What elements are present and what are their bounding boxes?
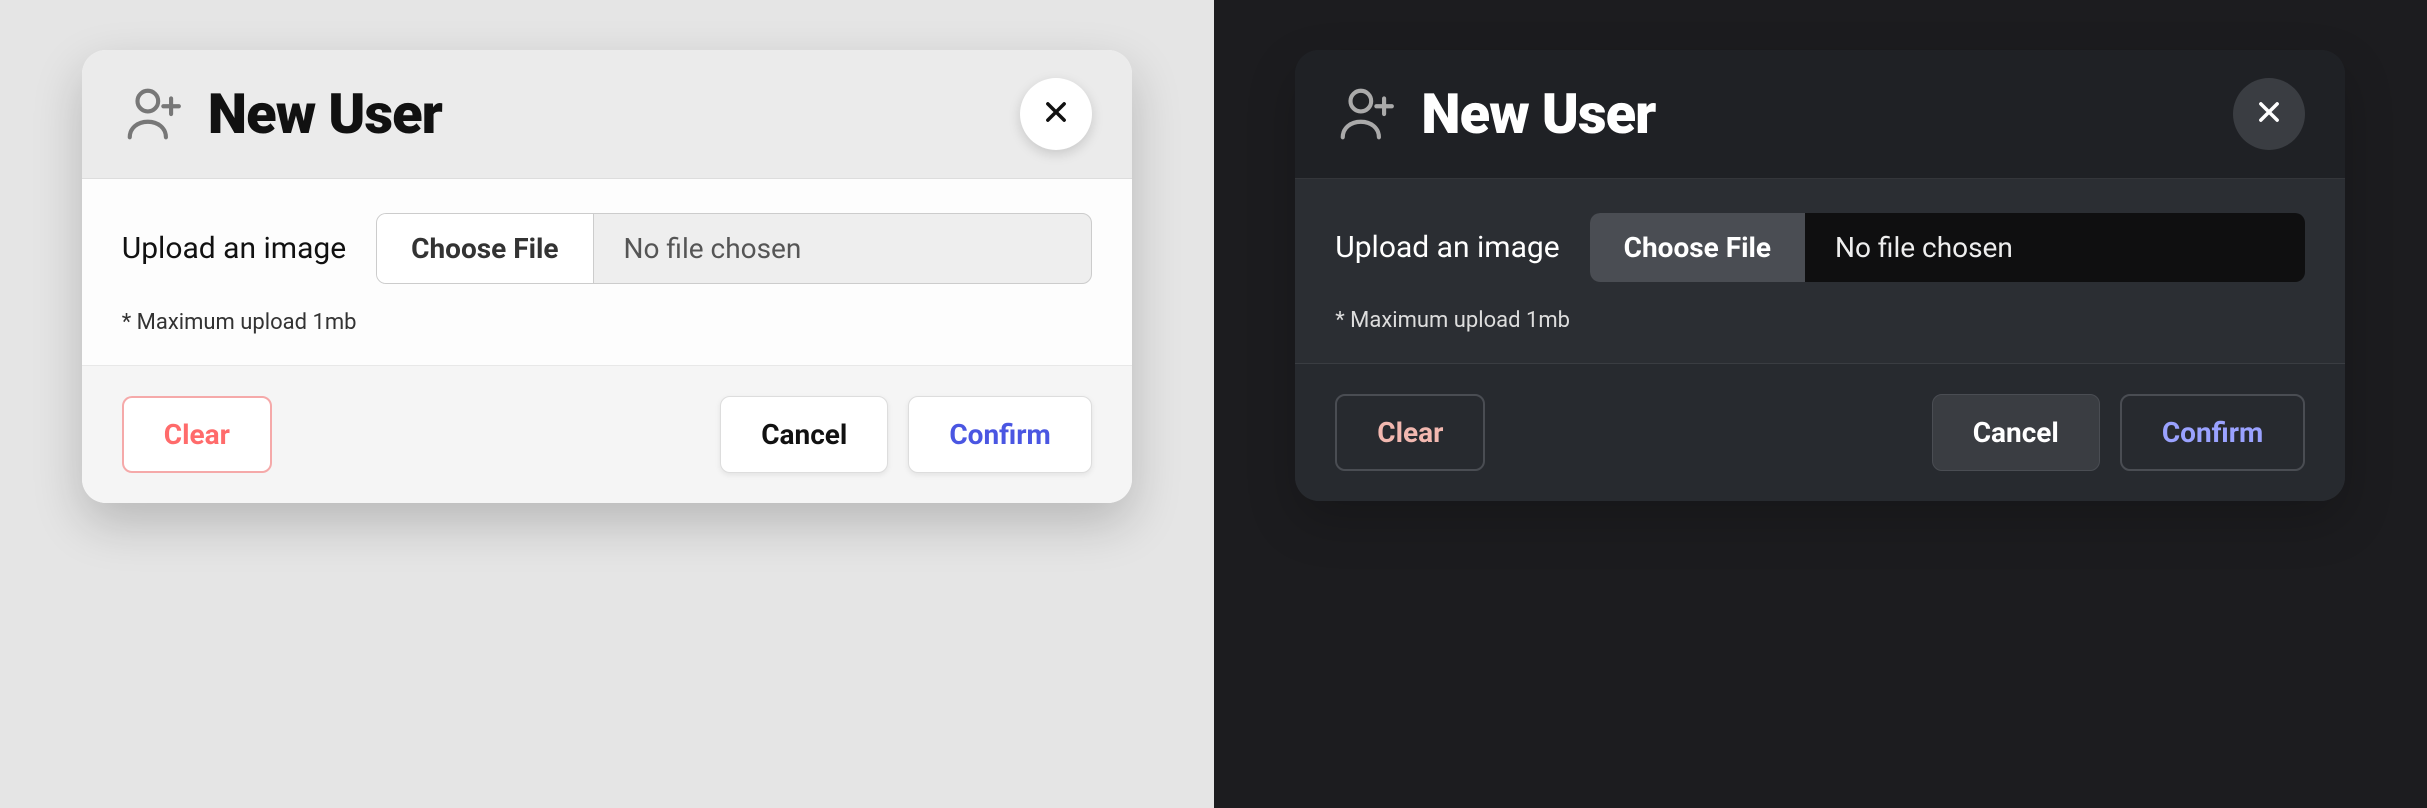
upload-label: Upload an image	[1335, 230, 1559, 265]
file-input[interactable]: Choose File No file chosen	[376, 213, 1092, 284]
upload-hint: * Maximum upload 1mb	[1335, 308, 2305, 333]
dialog-header: New User	[1295, 50, 2345, 179]
footer-spacer	[1505, 394, 1911, 471]
dialog-footer: Clear Cancel Confirm	[82, 366, 1132, 503]
cancel-button[interactable]: Cancel	[720, 396, 888, 473]
clear-button[interactable]: Clear	[1335, 394, 1485, 471]
dialog-header: New User	[82, 50, 1132, 179]
light-theme-panel: New User Upload an image Choose File No …	[0, 0, 1214, 808]
new-user-dialog: New User Upload an image Choose File No …	[1295, 50, 2345, 501]
cancel-button[interactable]: Cancel	[1932, 394, 2100, 471]
close-icon	[2255, 93, 2283, 135]
upload-row: Upload an image Choose File No file chos…	[122, 213, 1092, 284]
close-button[interactable]	[2233, 78, 2305, 150]
dialog-body: Upload an image Choose File No file chos…	[82, 179, 1132, 366]
choose-file-button[interactable]: Choose File	[377, 214, 593, 283]
file-status-text: No file chosen	[594, 214, 1091, 283]
close-button[interactable]	[1020, 78, 1092, 150]
upload-label: Upload an image	[122, 231, 346, 266]
add-user-icon	[122, 83, 184, 145]
dialog-body: Upload an image Choose File No file chos…	[1295, 179, 2345, 364]
close-icon	[1042, 93, 1070, 135]
footer-spacer	[292, 396, 700, 473]
add-user-icon	[1335, 83, 1397, 145]
upload-hint: * Maximum upload 1mb	[122, 310, 1092, 335]
dialog-title: New User	[1421, 81, 1655, 147]
dark-theme-panel: New User Upload an image Choose File No …	[1214, 0, 2427, 808]
file-status-text: No file chosen	[1805, 213, 2305, 282]
dialog-title: New User	[208, 81, 442, 147]
clear-button[interactable]: Clear	[122, 396, 272, 473]
confirm-button[interactable]: Confirm	[2120, 394, 2305, 471]
choose-file-button[interactable]: Choose File	[1590, 213, 1805, 282]
upload-row: Upload an image Choose File No file chos…	[1335, 213, 2305, 282]
confirm-button[interactable]: Confirm	[908, 396, 1091, 473]
dialog-footer: Clear Cancel Confirm	[1295, 364, 2345, 501]
new-user-dialog: New User Upload an image Choose File No …	[82, 50, 1132, 503]
file-input[interactable]: Choose File No file chosen	[1590, 213, 2306, 282]
